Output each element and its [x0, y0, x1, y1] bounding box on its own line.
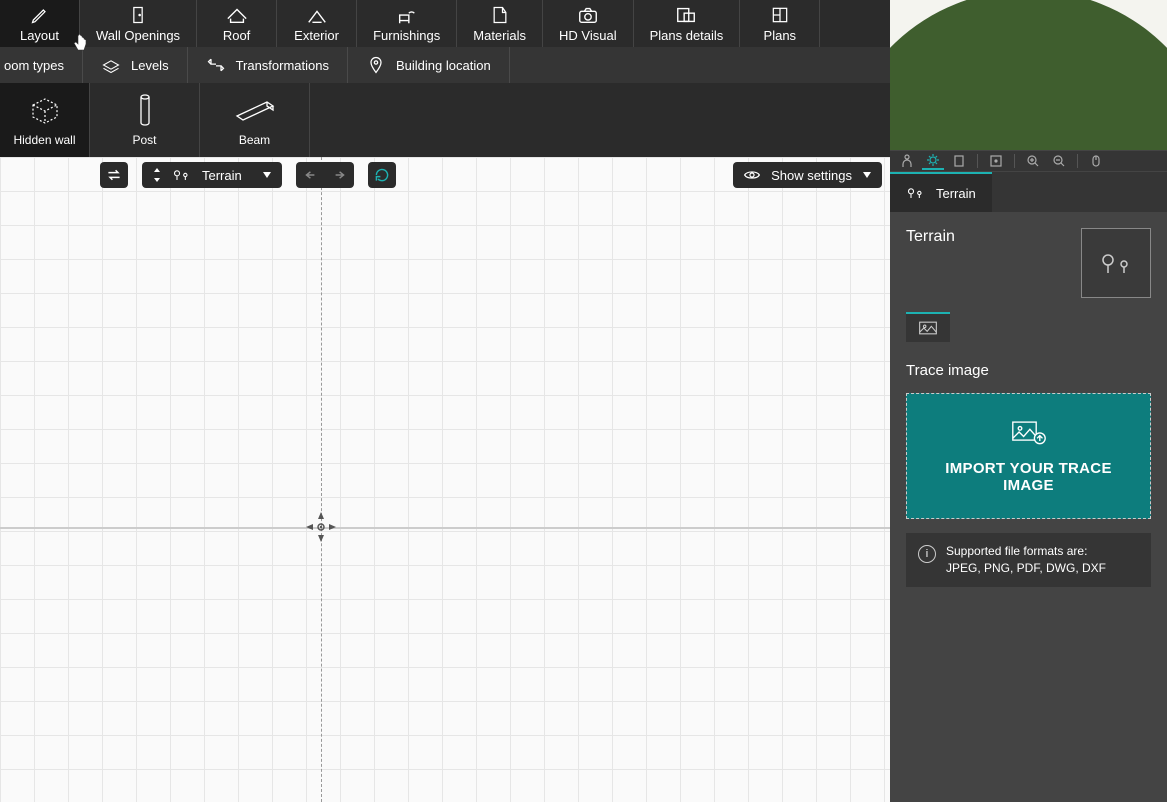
- canvas-toolbar: Terrain Show settings: [100, 161, 882, 189]
- info-text: Supported file formats are: JPEG, PNG, P…: [946, 543, 1106, 577]
- tab-label: Roof: [223, 28, 250, 43]
- right-panel: Terrain Terrain Trace image: [890, 157, 1167, 802]
- info-icon: i: [918, 545, 936, 563]
- btn-beam[interactable]: Beam: [200, 83, 310, 157]
- tab-label: Materials: [473, 28, 526, 43]
- info-line-2: JPEG, PNG, PDF, DWG, DXF: [946, 560, 1106, 577]
- panel-tabs: Terrain: [890, 172, 1167, 212]
- view-mouse-icon[interactable]: [1085, 152, 1107, 170]
- furnishings-icon: [396, 4, 418, 26]
- view-floor-icon[interactable]: [948, 152, 970, 170]
- subbar-building-location[interactable]: Building location: [348, 47, 510, 83]
- zoom-in-icon[interactable]: [1022, 152, 1044, 170]
- preview-3d[interactable]: [890, 0, 1167, 150]
- tab-roof[interactable]: Roof: [197, 0, 277, 47]
- tab-exterior[interactable]: Exterior: [277, 0, 357, 47]
- info-line-1: Supported file formats are:: [946, 543, 1106, 560]
- roof-icon: [226, 4, 248, 26]
- toolbar-label: Post: [132, 133, 156, 147]
- undo-button[interactable]: [304, 169, 320, 181]
- terrain-small-icon: [172, 168, 192, 182]
- chevron-down-icon: [862, 171, 872, 179]
- terrain-dropdown[interactable]: Terrain: [142, 162, 282, 188]
- toolbar-label: Hidden wall: [13, 133, 75, 147]
- grid-background: [0, 157, 890, 802]
- tab-label: Furnishings: [373, 28, 440, 43]
- materials-icon: [490, 4, 510, 26]
- terrain-thumbnail[interactable]: [1081, 228, 1151, 298]
- zoom-out-icon[interactable]: [1048, 152, 1070, 170]
- tab-plans-details[interactable]: Plans details: [634, 0, 741, 47]
- subbar-levels[interactable]: Levels: [83, 47, 188, 83]
- post-icon: [138, 93, 152, 127]
- beam-icon: [233, 93, 277, 127]
- tab-label: Plans details: [650, 28, 724, 43]
- location-icon: [366, 55, 386, 75]
- door-icon: [128, 4, 148, 26]
- view-center-icon[interactable]: [985, 152, 1007, 170]
- tab-label: Plans: [764, 28, 797, 43]
- swap-button[interactable]: [100, 162, 128, 188]
- axis-vertical: [321, 157, 322, 802]
- btn-post[interactable]: Post: [90, 83, 200, 157]
- subbar-label: oom types: [4, 58, 64, 73]
- dropdown-label: Terrain: [202, 168, 252, 183]
- tab-label: Wall Openings: [96, 28, 180, 43]
- tab-furnishings[interactable]: Furnishings: [357, 0, 457, 47]
- dropdown-label: Show settings: [771, 168, 852, 183]
- view-person-icon[interactable]: [896, 152, 918, 170]
- terrain-small-icon: [906, 186, 926, 200]
- show-settings-dropdown[interactable]: Show settings: [733, 162, 882, 188]
- plans-icon: [770, 4, 790, 26]
- eye-icon: [743, 168, 761, 182]
- canvas[interactable]: Terrain Show settings: [0, 157, 890, 802]
- axis-horizontal: [0, 527, 890, 529]
- panel-body: Terrain Trace image IMPORT YOUR TRACE IM…: [890, 212, 1167, 802]
- panel-tab-terrain[interactable]: Terrain: [890, 172, 992, 212]
- info-box: i Supported file formats are: JPEG, PNG,…: [906, 533, 1151, 587]
- import-label: IMPORT YOUR TRACE IMAGE: [919, 460, 1138, 494]
- topbar-tabs: Layout Wall Openings Roof Exterior Furni: [0, 0, 993, 47]
- tab-wall-openings[interactable]: Wall Openings: [80, 0, 197, 47]
- tab-label: Exterior: [294, 28, 339, 43]
- tab-hd-visual[interactable]: HD Visual: [543, 0, 634, 47]
- pencil-icon: [30, 4, 50, 26]
- tab-plans[interactable]: Plans: [740, 0, 820, 47]
- import-trace-button[interactable]: IMPORT YOUR TRACE IMAGE: [906, 393, 1151, 519]
- subbar-label: Levels: [131, 58, 169, 73]
- preview-hill: [890, 0, 1167, 150]
- plans-details-icon: [675, 4, 697, 26]
- panel-title: Terrain: [906, 228, 955, 246]
- workarea: Terrain Show settings: [0, 157, 1167, 802]
- toolbar-label: Beam: [239, 133, 270, 147]
- exterior-icon: [306, 4, 328, 26]
- view-sun-icon[interactable]: [922, 152, 944, 170]
- camera-icon: [577, 4, 599, 26]
- redo-button[interactable]: [330, 169, 346, 181]
- view-icons-row: [890, 150, 1167, 172]
- btn-hidden-wall[interactable]: Hidden wall: [0, 83, 90, 157]
- panel-tab-label: Terrain: [936, 186, 976, 201]
- levels-icon: [101, 55, 121, 75]
- transformations-icon: [206, 55, 226, 75]
- chevron-down-icon: [262, 171, 272, 179]
- import-image-icon: [1011, 418, 1047, 446]
- subbar-label: Transformations: [236, 58, 329, 73]
- tab-label: HD Visual: [559, 28, 617, 43]
- subbar-transformations[interactable]: Transformations: [188, 47, 348, 83]
- tab-label: Layout: [20, 28, 59, 43]
- panel-subtab-image[interactable]: [906, 314, 950, 342]
- section-title: Trace image: [906, 362, 1151, 379]
- subbar-label: Building location: [396, 58, 491, 73]
- origin-marker: [303, 509, 339, 545]
- tab-materials[interactable]: Materials: [457, 0, 543, 47]
- refresh-button[interactable]: [368, 162, 396, 188]
- hidden-wall-icon: [25, 93, 65, 127]
- panel-subtabs: [906, 312, 950, 342]
- tab-layout[interactable]: Layout: [0, 0, 80, 47]
- subbar-room-types[interactable]: oom types: [0, 47, 83, 83]
- undo-redo-group: [296, 162, 354, 188]
